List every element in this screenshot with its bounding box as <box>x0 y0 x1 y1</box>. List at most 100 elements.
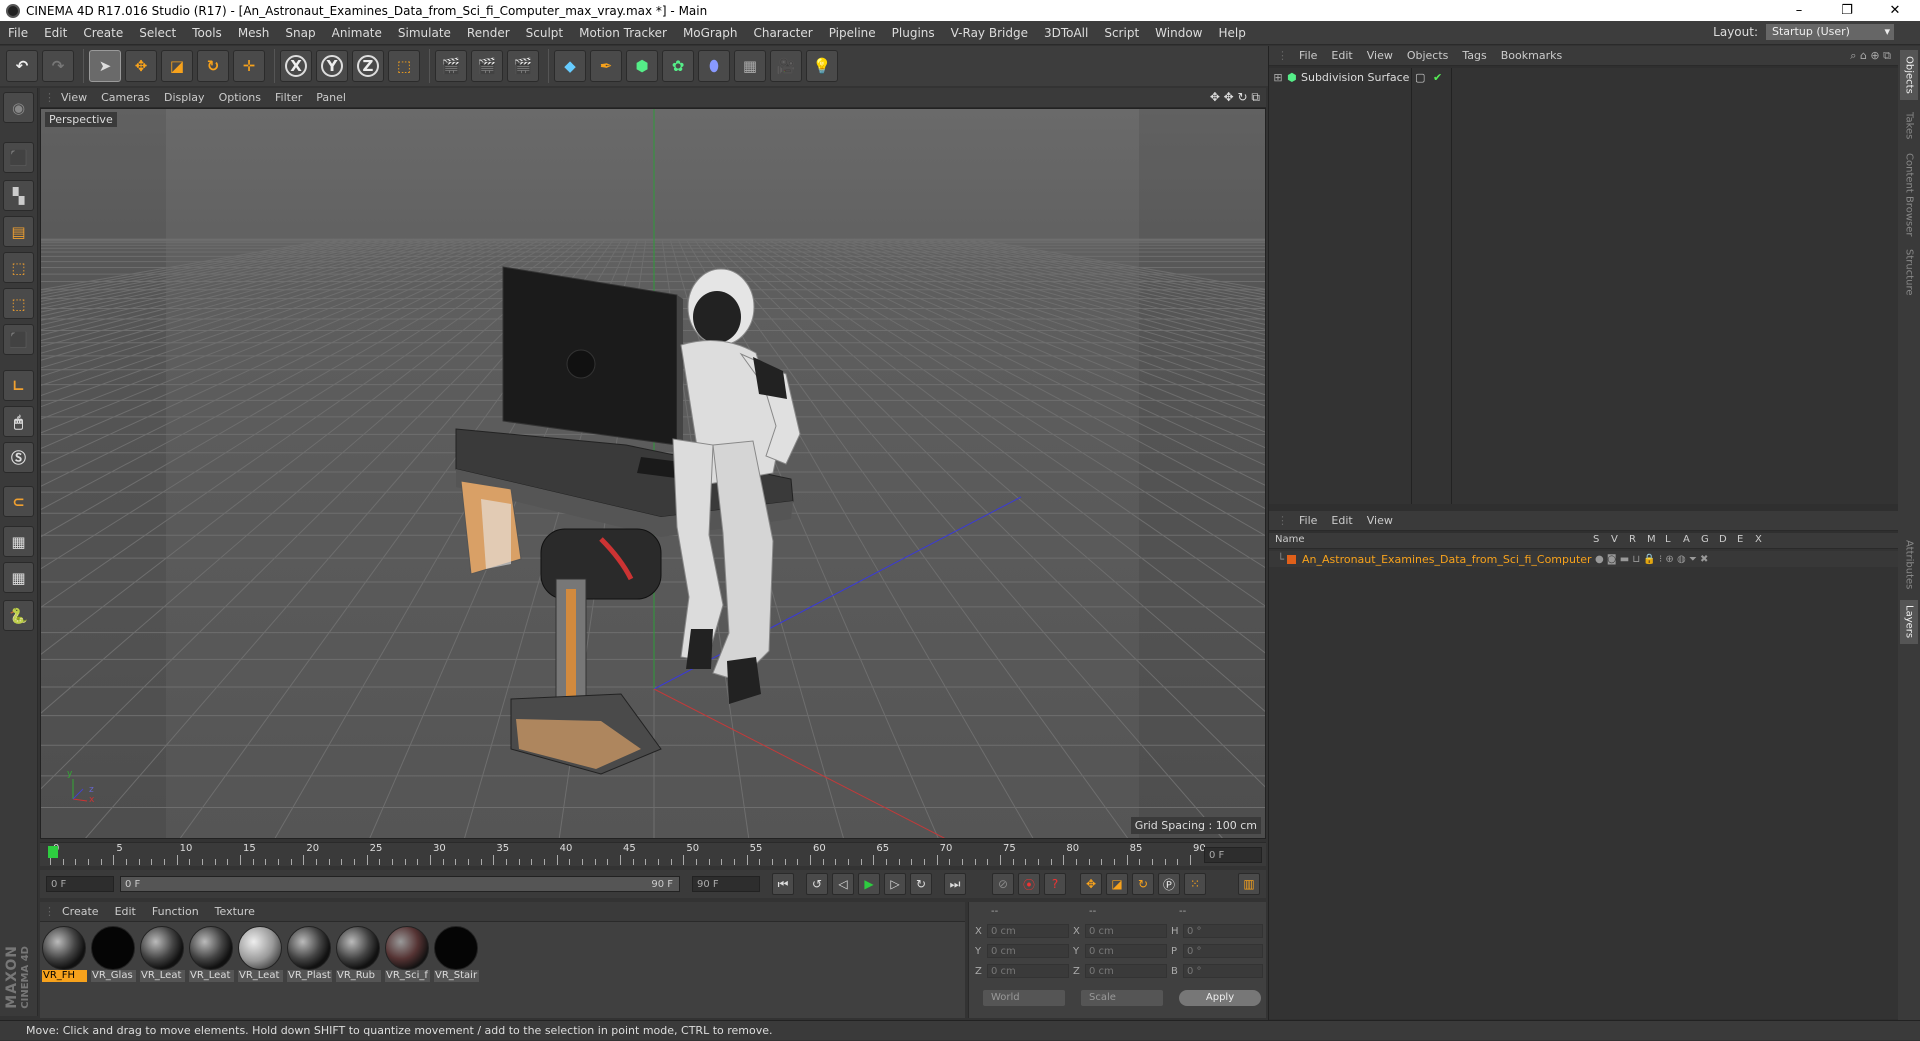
menu-help[interactable]: Help <box>1210 26 1253 40</box>
start-frame-field[interactable]: 0 F <box>46 876 114 892</box>
menu-sculpt[interactable]: Sculpt <box>518 26 571 40</box>
menu-edit[interactable]: Edit <box>36 26 75 40</box>
viewport-menu-options[interactable]: Options <box>212 91 268 104</box>
layer-row[interactable]: └ An_Astronaut_Examines_Data_from_Sci_fi… <box>1269 551 1899 567</box>
texture-mode-button[interactable]: ▚ <box>3 180 34 211</box>
model-mode-button[interactable]: ⬛ <box>3 142 34 173</box>
menu-pipeline[interactable]: Pipeline <box>821 26 884 40</box>
menu-render[interactable]: Render <box>459 26 518 40</box>
workplane-mode-button[interactable]: ▤ <box>3 216 34 247</box>
select-tool-button[interactable]: ➤ <box>89 50 121 82</box>
viewport-menu-display[interactable]: Display <box>157 91 212 104</box>
add-camera-button[interactable]: 🎥 <box>770 50 802 82</box>
material-menu-texture[interactable]: Texture <box>207 905 263 918</box>
menu-file[interactable]: File <box>0 26 36 40</box>
go-to-start-button[interactable]: ⏮ <box>772 873 794 895</box>
record-keys-button[interactable]: ⊘ <box>992 873 1014 895</box>
menu-animate[interactable]: Animate <box>324 26 390 40</box>
coordinate-system-button[interactable]: ⬚ <box>388 50 420 82</box>
size-mode-dropdown[interactable]: Scale <box>1081 990 1163 1006</box>
size-z-field[interactable]: 0 cm <box>1085 964 1167 978</box>
menu-window[interactable]: Window <box>1147 26 1210 40</box>
playhead[interactable] <box>48 846 58 858</box>
tab-takes[interactable]: Takes <box>1900 106 1918 146</box>
add-subdivision-button[interactable]: ⬢ <box>626 50 658 82</box>
viewport-menu-filter[interactable]: Filter <box>268 91 309 104</box>
restore-button[interactable]: ❐ <box>1824 0 1870 21</box>
menu-script[interactable]: Script <box>1096 26 1147 40</box>
rotate-tool-button[interactable]: ↻ <box>197 50 229 82</box>
objects-menu-view[interactable]: View <box>1360 49 1400 62</box>
rotation-p-field[interactable]: 0 ° <box>1183 944 1263 958</box>
tab-objects[interactable]: Objects <box>1900 50 1918 100</box>
prev-frame-button[interactable]: ◁ <box>832 873 854 895</box>
visibility-toggle[interactable]: ▢ <box>1415 71 1425 84</box>
autokey-button[interactable]: ⦿ <box>1018 873 1040 895</box>
add-spline-button[interactable]: ✒ <box>590 50 622 82</box>
objects-menu-objects[interactable]: Objects <box>1400 49 1456 62</box>
tab-content-browser[interactable]: Content Browser <box>1900 150 1918 240</box>
render-settings-button[interactable]: 🎬 <box>507 50 539 82</box>
layout-dropdown[interactable]: Startup (User) <box>1766 24 1894 40</box>
render-view-button[interactable]: 🎬 <box>435 50 467 82</box>
size-x-field[interactable]: 0 cm <box>1085 924 1167 938</box>
menu-snap[interactable]: Snap <box>277 26 323 40</box>
make-editable-button[interactable]: ◉ <box>3 92 34 123</box>
menu-select[interactable]: Select <box>131 26 184 40</box>
rotation-b-field[interactable]: 0 ° <box>1183 964 1263 978</box>
viewport-menu-view[interactable]: View <box>54 91 94 104</box>
tab-structure[interactable]: Structure <box>1900 244 1918 300</box>
material-swatch[interactable]: VR_Stair <box>434 926 479 984</box>
live-transform-button[interactable]: ✛ <box>233 50 265 82</box>
timeline-ruler[interactable]: 051015202530354045505560657075808590 0 F <box>40 842 1266 866</box>
scale-tool-button[interactable]: ◪ <box>161 50 193 82</box>
material-menu-edit[interactable]: Edit <box>107 905 144 918</box>
material-swatch[interactable]: VR_Plast <box>287 926 332 984</box>
keyframe-selection-button[interactable]: ? <box>1044 873 1066 895</box>
material-swatch[interactable]: VR_FH <box>42 926 87 984</box>
frame-range-slider[interactable]: 0 F 90 F <box>120 876 680 892</box>
menu-3dtoall[interactable]: 3DToAll <box>1036 26 1096 40</box>
timeline-window-button[interactable]: ▥ <box>1238 873 1260 895</box>
coordinate-space-dropdown[interactable]: World <box>983 990 1065 1006</box>
layers-menu-file[interactable]: File <box>1292 514 1324 527</box>
menu-motion-tracker[interactable]: Motion Tracker <box>571 26 675 40</box>
key-scale-button[interactable]: ◪ <box>1106 873 1128 895</box>
object-manager-nav-icons[interactable]: ⌕ ⌂ ⊕ ⧉ <box>1850 49 1891 63</box>
close-button[interactable]: ✕ <box>1872 0 1918 21</box>
expand-icon[interactable]: ⊞ <box>1269 71 1287 84</box>
viewport-perspective[interactable]: Perspective y x z Grid Spacing : 100 cm <box>40 108 1266 839</box>
apply-button[interactable]: Apply <box>1179 990 1261 1006</box>
viewport-nav-icons[interactable]: ✥ ✥ ↻ ⧉ <box>1210 90 1260 105</box>
z-axis-button[interactable]: Z <box>352 50 384 82</box>
layer-toggle-icons[interactable]: ● ◙ ▬ ⊔ 🔒 ⁝ ⊕ ◍ ⏷ ✖ <box>1595 554 1708 565</box>
redo-button[interactable]: ↷ <box>42 50 74 82</box>
menu-plugins[interactable]: Plugins <box>884 26 943 40</box>
next-key-button[interactable]: ↻ <box>910 873 932 895</box>
key-parameter-button[interactable]: Ⓟ <box>1158 873 1180 895</box>
key-pla-button[interactable]: ⁙ <box>1184 873 1206 895</box>
menu-vray-bridge[interactable]: V-Ray Bridge <box>943 26 1036 40</box>
go-to-end-button[interactable]: ⏭ <box>944 873 966 895</box>
y-axis-button[interactable]: Y <box>316 50 348 82</box>
tweak-mode-button[interactable]: 🖱 <box>3 406 34 437</box>
objects-menu-tags[interactable]: Tags <box>1455 49 1493 62</box>
object-row-subdivision-surface[interactable]: ⊞ ⬢ Subdivision Surface ▢ ✔ <box>1269 68 1899 86</box>
material-swatch[interactable]: VR_Sci_f <box>385 926 430 984</box>
points-mode-button[interactable]: ⬚ <box>3 252 34 283</box>
objects-menu-edit[interactable]: Edit <box>1324 49 1359 62</box>
menu-tools[interactable]: Tools <box>184 26 230 40</box>
material-swatch[interactable]: VR_Leat <box>189 926 234 984</box>
menu-mograph[interactable]: MoGraph <box>675 26 746 40</box>
material-swatch[interactable]: VR_Glas <box>91 926 136 984</box>
workplane-snap-button[interactable]: ▦ <box>3 562 34 593</box>
next-frame-button[interactable]: ▷ <box>884 873 906 895</box>
material-swatch[interactable]: VR_Rub <box>336 926 381 984</box>
layers-menu-edit[interactable]: Edit <box>1324 514 1359 527</box>
menu-mesh[interactable]: Mesh <box>230 26 278 40</box>
viewport-menu-panel[interactable]: Panel <box>309 91 353 104</box>
tab-layers[interactable]: Layers <box>1900 600 1918 644</box>
objects-menu-bookmarks[interactable]: Bookmarks <box>1494 49 1569 62</box>
material-swatch[interactable]: VR_Leat <box>140 926 185 984</box>
prev-key-button[interactable]: ↺ <box>806 873 828 895</box>
